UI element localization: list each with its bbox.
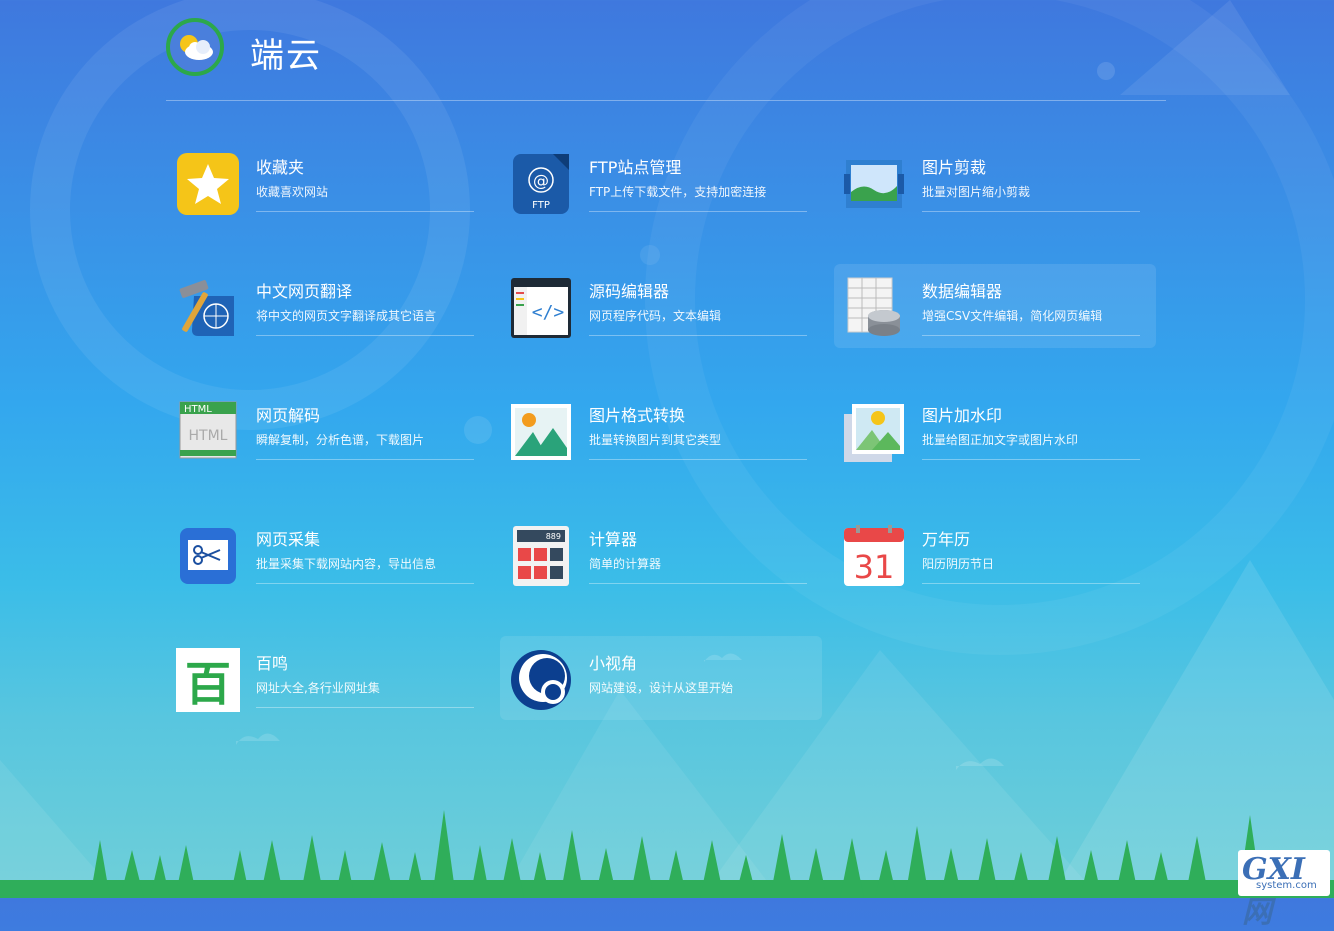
app-image-convert[interactable]: 图片格式转换 批量转换图片到其它类型 [509,398,839,474]
divider [256,211,474,212]
translate-icon [179,280,234,336]
app-name: FTP站点管理 [589,158,682,177]
app-desc: 网站建设，设计从这里开始 [589,681,734,695]
app-baiming[interactable]: 百 百鸣 网址大全,各行业网址集 [176,646,506,722]
html-label-top: HTML [184,404,212,415]
app-desc: 网页程序代码，文本编辑 [589,309,722,323]
calendar-icon: 31 [844,525,904,586]
html-label: HTML [189,428,228,444]
app-name: 小视角 [589,654,638,673]
app-calendar[interactable]: 31 万年历 阳历阴历节日 [842,522,1172,598]
divider [256,459,474,460]
ftp-icon: @ FTP [513,154,569,214]
ftp-label: FTP [532,200,550,211]
app-desc: 批量采集下载网站内容，导出信息 [256,557,437,571]
app-name: 图片剪裁 [922,158,987,177]
app-name: 计算器 [589,530,638,549]
app-desc: FTP上传下载文件，支持加密连接 [589,185,767,199]
app-name: 中文网页翻译 [256,282,353,301]
app-data-editor[interactable]: 数据编辑器 增强CSV文件编辑，简化网页编辑 [842,274,1172,350]
code-editor-icon: </> [511,278,571,338]
divider [589,583,807,584]
divider [589,459,807,460]
app-name: 百鸣 [256,654,289,673]
bai-char: 百 [185,657,231,711]
calc-display: 889 [546,532,561,541]
watermark-sub: system.com [1256,880,1317,891]
app-image-crop[interactable]: 图片剪裁 批量对图片缩小剪裁 [842,150,1172,226]
divider [922,583,1140,584]
app-html-decode[interactable]: HTML HTML 网页解码 瞬解复制，分析色谱，下载图片 [176,398,506,474]
html-icon: HTML HTML [179,401,237,459]
image-convert-icon [511,404,571,460]
cloud-sun-icon [180,35,213,60]
app-desc: 批量对图片缩小剪裁 [922,185,1031,199]
watermark-icon [844,404,904,462]
app-name: 图片加水印 [922,406,1003,425]
app-name: 源码编辑器 [589,282,670,301]
app-xiaoshijiao[interactable]: 小视角 网站建设，设计从这里开始 [509,646,839,722]
divider [922,211,1140,212]
app-desc: 批量转换图片到其它类型 [589,433,722,447]
app-calculator[interactable]: 889 计算器 简单的计算器 [509,522,839,598]
app-desc: 批量给图正加文字或图片水印 [922,433,1079,447]
ftp-at-label: @ [533,171,549,190]
calendar-day: 31 [854,548,895,586]
app-desc: 收藏喜欢网站 [256,185,329,199]
app-code-editor[interactable]: </> 源码编辑器 网页程序代码，文本编辑 [509,274,839,350]
app-web-scrape[interactable]: 网页采集 批量采集下载网站内容，导出信息 [176,522,506,598]
app-desc: 网址大全,各行业网址集 [256,681,380,695]
svg-text:</>: </> [532,302,565,323]
app-name: 网页解码 [256,406,321,425]
calculator-icon: 889 [513,526,569,586]
divider [256,335,474,336]
database-icon [847,277,900,336]
app-name: 收藏夹 [256,158,305,177]
divider [256,583,474,584]
app-desc: 阳历阴历节日 [922,557,995,571]
app-name: 网页采集 [256,530,321,549]
app-name: 数据编辑器 [922,282,1003,301]
app-favorites[interactable]: 收藏夹 收藏喜欢网站 [176,150,506,226]
watermark-badge: GXI网 system.com [1238,850,1330,930]
divider [256,707,474,708]
app-translate[interactable]: 中文网页翻译 将中文的网页文字翻译成其它语言 [176,274,506,350]
app-desc: 增强CSV文件编辑，简化网页编辑 [922,309,1103,323]
star-icon [177,153,239,215]
site-title: 端云 [250,36,322,76]
circle-eye-icon [511,650,571,710]
site-logo[interactable] [166,18,224,76]
app-name: 图片格式转换 [589,406,686,425]
divider [922,459,1140,460]
app-desc: 将中文的网页文字翻译成其它语言 [256,309,437,323]
app-watermark[interactable]: 图片加水印 批量给图正加文字或图片水印 [842,398,1172,474]
bai-icon: 百 [176,648,240,712]
app-desc: 简单的计算器 [589,557,662,571]
divider [589,211,807,212]
app-ftp[interactable]: @ FTP FTP站点管理 FTP上传下载文件，支持加密连接 [509,150,839,226]
image-crop-icon [844,160,904,208]
app-desc: 瞬解复制，分析色谱，下载图片 [256,433,425,447]
watermark-main: GXI网 [1242,852,1305,930]
divider [922,335,1140,336]
scissors-icon [180,528,236,584]
divider [589,335,807,336]
app-name: 万年历 [922,530,971,549]
page-header: 端云 [166,14,1166,101]
